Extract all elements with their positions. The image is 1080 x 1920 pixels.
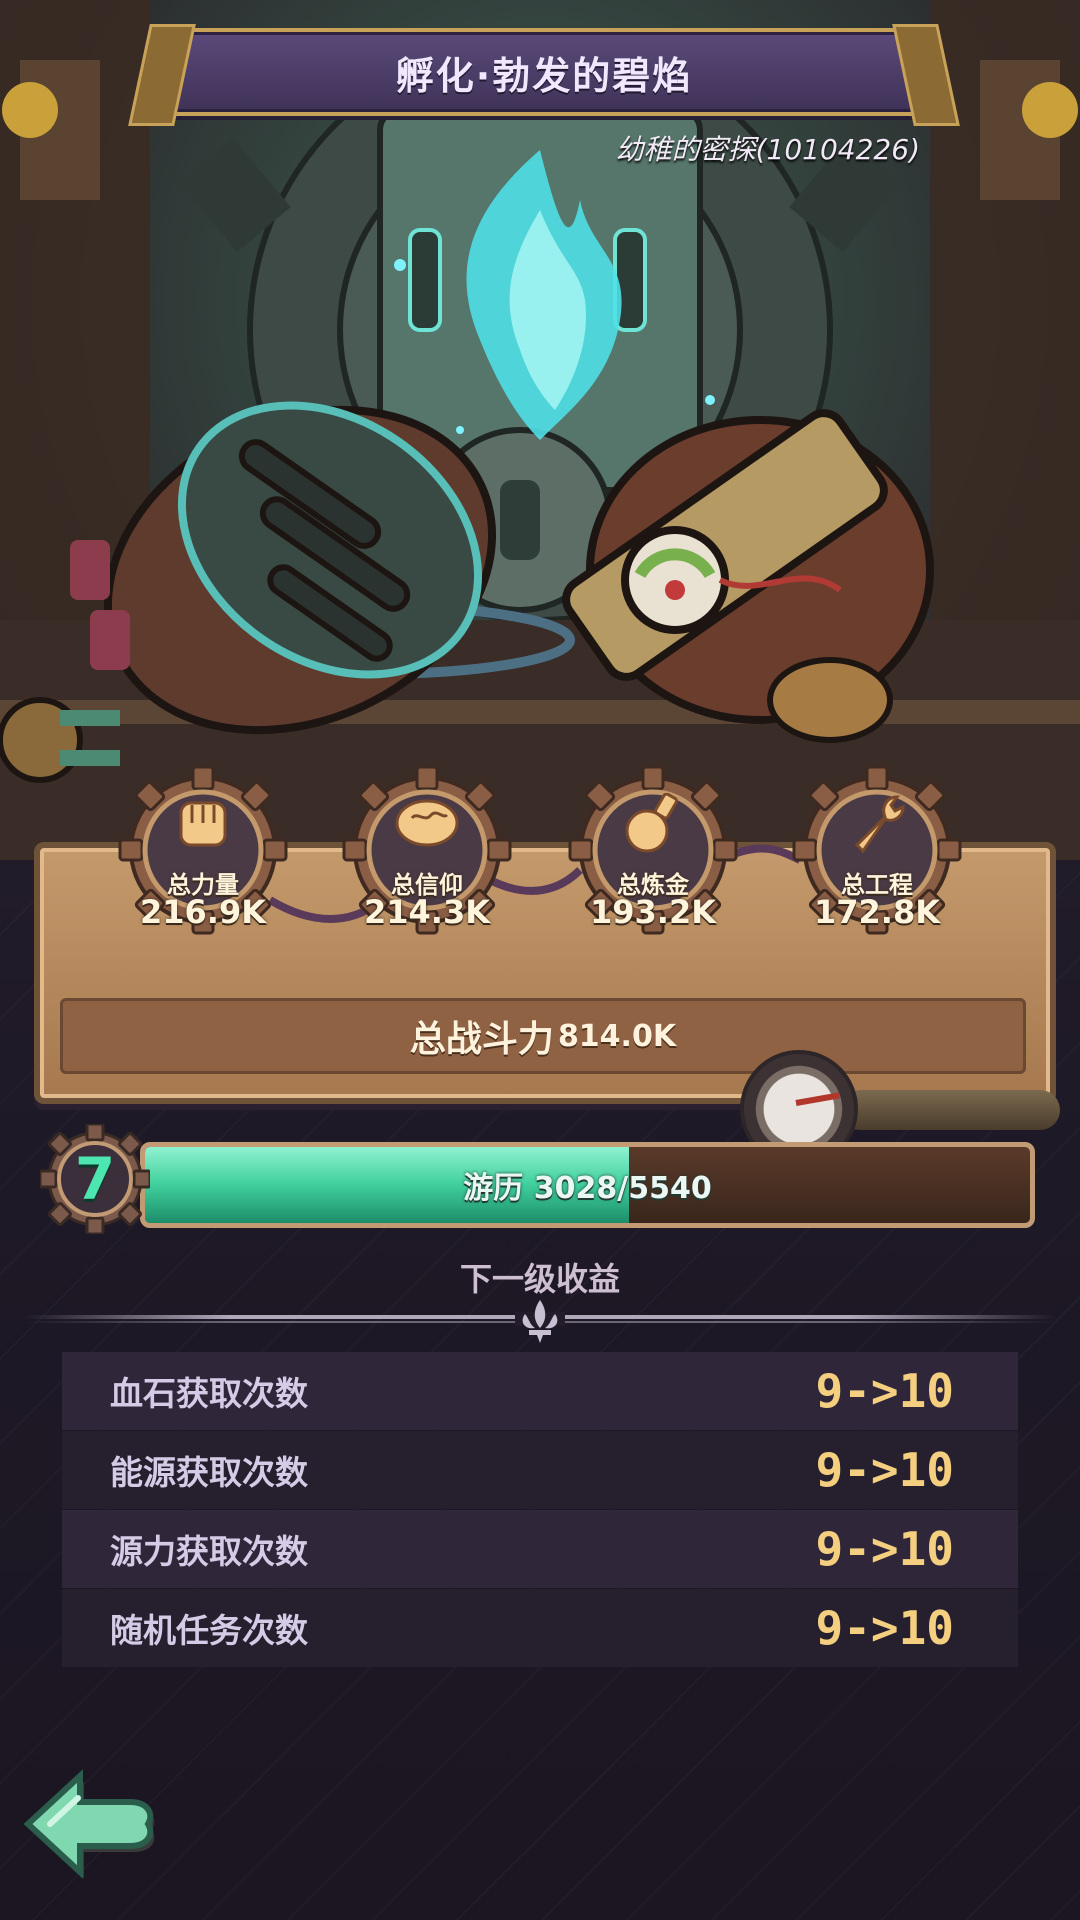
reward-value: 9->10: [815, 1522, 954, 1576]
total-power-label: 总战斗力: [409, 1019, 554, 1060]
wrench-icon: [854, 795, 905, 853]
stat-value: 216.9K: [139, 893, 266, 931]
hatch-screen: 孵化·勃发的碧焰 幼稚的密探(10104226) 总战斗力 814.0K 总力量…: [0, 0, 1080, 1920]
reward-label: 源力获取次数: [110, 1532, 308, 1571]
stat-strength: 总力量 216.9K: [118, 765, 288, 935]
pipe-decoration: [840, 1090, 1060, 1130]
stat-value: 214.3K: [363, 893, 490, 931]
stat-value: 193.2K: [589, 893, 716, 931]
level-number: 7: [74, 1145, 116, 1213]
stat-value: 172.8K: [813, 893, 940, 931]
reward-row: 血石获取次数 9->10: [62, 1352, 1018, 1430]
brain-icon: [395, 799, 459, 847]
back-arrow-icon[interactable]: [23, 1769, 155, 1879]
next-level-title: 下一级收益: [459, 1260, 620, 1298]
experience-progress-text: 游历 3028/5540: [463, 1171, 712, 1206]
potion-icon: [625, 793, 678, 853]
reward-row: 源力获取次数 9->10: [62, 1510, 1018, 1588]
back-button[interactable]: [20, 1762, 160, 1882]
reward-row: 能源获取次数 9->10: [62, 1431, 1018, 1509]
reward-label: 随机任务次数: [110, 1611, 308, 1650]
stat-alchemy: 总炼金 193.2K: [568, 765, 738, 935]
reward-label: 血石获取次数: [110, 1374, 308, 1413]
total-power-value: 814.0K: [557, 1018, 677, 1054]
reward-value: 9->10: [815, 1601, 954, 1655]
fist-icon: [179, 801, 227, 847]
experience-progress-bar: 游历 3028/5540: [140, 1142, 1035, 1228]
reward-value: 9->10: [815, 1443, 954, 1497]
fleur-de-lis-icon: [515, 1300, 565, 1343]
stat-faith: 总信仰 214.3K: [342, 765, 512, 935]
total-power-bar: 总战斗力 814.0K: [60, 998, 1026, 1074]
stat-engineering: 总工程 172.8K: [792, 765, 962, 935]
reward-value: 9->10: [815, 1364, 954, 1418]
reward-label: 能源获取次数: [110, 1453, 308, 1492]
reward-row: 随机任务次数 9->10: [62, 1589, 1018, 1667]
